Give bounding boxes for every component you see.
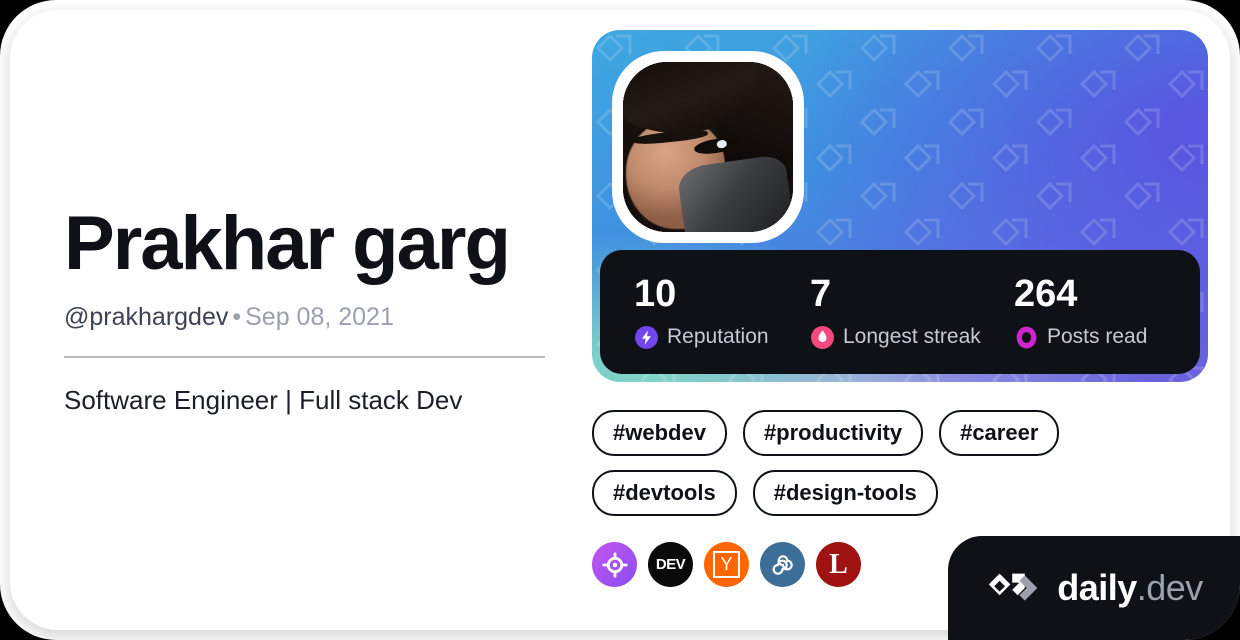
joined-date: Sep 08, 2021 [245, 303, 394, 331]
avatar [612, 51, 804, 243]
stat-posts-read: 264 Posts read [1014, 275, 1147, 350]
stat-value: 7 [810, 272, 832, 315]
tag-list: #webdev #productivity #career #devtools … [592, 410, 1062, 517]
tag-chip[interactable]: #productivity [742, 410, 924, 457]
brand-wordmark: daily.dev [1057, 567, 1203, 609]
stat-label: Reputation [667, 325, 769, 348]
tag-chip[interactable]: #career [939, 410, 1060, 457]
user-handle: @prakhargdev [64, 303, 229, 331]
handle-and-date-row: @prakhargdev • Sep 08, 2021 [64, 303, 564, 332]
profile-info-panel: Prakhar garg @prakhargdev • Sep 08, 2021 S… [64, 206, 564, 416]
infinity-icon [772, 555, 793, 575]
dev-to-source-icon[interactable]: DEV [648, 542, 693, 588]
stat-value: 10 [634, 272, 677, 315]
profile-visual-panel: 10 Reputation 7 Longest streak 264 Posts… [592, 30, 1208, 588]
tag-chip[interactable]: #design-tools [752, 470, 938, 517]
stats-bar: 10 Reputation 7 Longest streak 264 Posts… [600, 250, 1200, 374]
page-title: Prakhar garg [64, 201, 511, 286]
brand-name: daily [1057, 567, 1137, 608]
logrocket-source-icon[interactable]: L [816, 542, 861, 588]
stat-reputation: 10 Reputation [634, 275, 810, 350]
cover-image: 10 Reputation 7 Longest streak 264 Posts… [592, 30, 1208, 382]
tag-chip[interactable]: #devtools [592, 470, 737, 517]
posts-read-ring-icon [1016, 326, 1037, 348]
divider [64, 355, 545, 358]
crosshair-icon [601, 552, 628, 578]
logrocket-letter: L [829, 548, 848, 580]
stat-value: 264 [1014, 272, 1078, 315]
stat-label: Longest streak [843, 325, 981, 348]
user-bio: Software Engineer | Full stack Dev [64, 384, 463, 415]
reputation-bolt-icon [635, 325, 658, 349]
dev-to-label: DEV [655, 556, 686, 574]
tag-chip[interactable]: #webdev [592, 410, 727, 457]
stat-longest-streak: 7 Longest streak [810, 275, 1014, 350]
y-combinator-glyph: Y [713, 551, 740, 579]
hacker-news-source-icon[interactable]: Y [704, 542, 749, 588]
infinity-source-icon[interactable] [760, 542, 805, 588]
separator-dot: • [232, 303, 242, 331]
avatar-image [623, 62, 793, 232]
daily-dev-logo-icon [989, 573, 1038, 601]
brand-suffix: .dev [1136, 567, 1204, 608]
daily-dev-brand-badge: daily.dev [948, 536, 1240, 640]
daily-dev-source-icon[interactable] [592, 542, 637, 588]
stat-label: Posts read [1047, 325, 1148, 348]
streak-flame-icon [811, 325, 834, 349]
profile-card-page: Prakhar garg @prakhargdev • Sep 08, 2021 S… [0, 0, 1240, 640]
